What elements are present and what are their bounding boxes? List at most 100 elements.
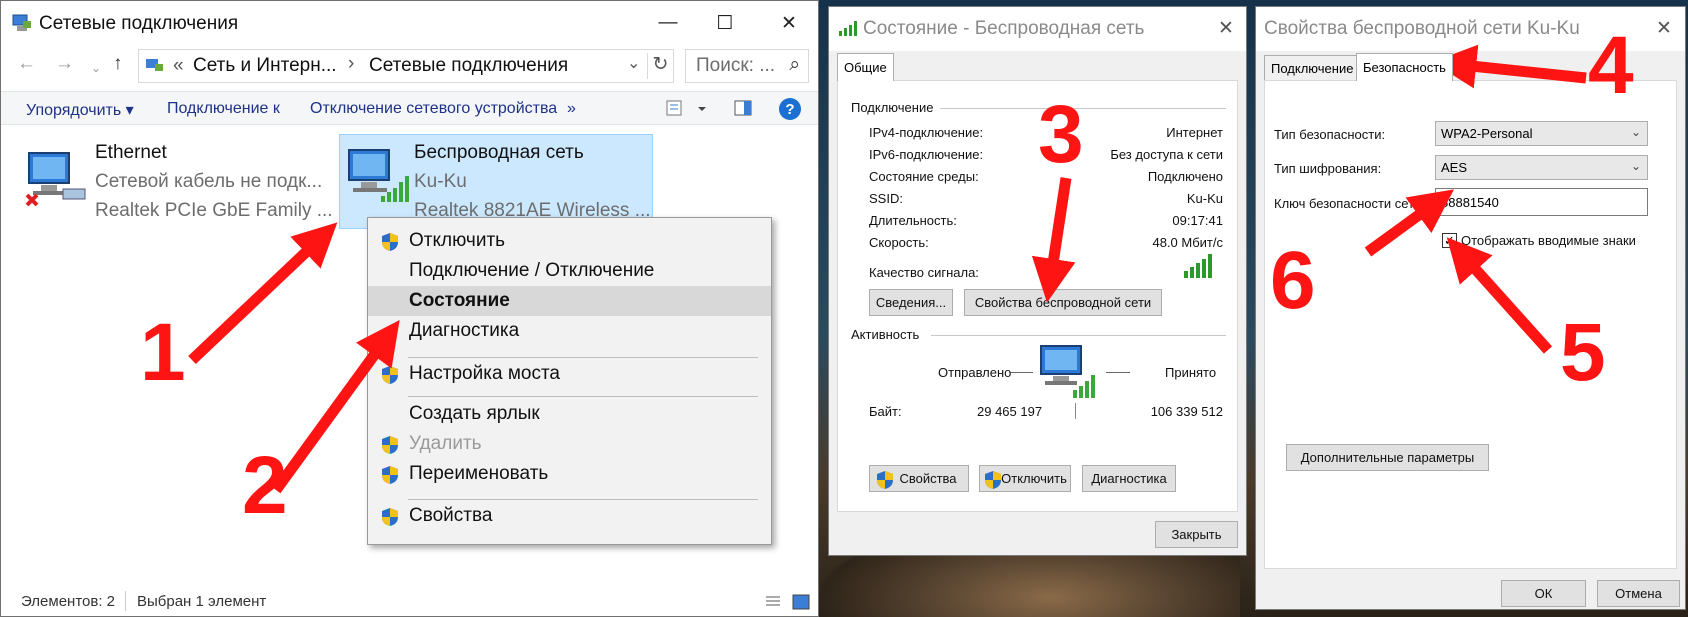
security-key-field[interactable]: 88881540: [1435, 188, 1648, 216]
status-dialog-close-icon[interactable]: ✕: [1218, 17, 1234, 40]
chevron-down-icon: ⌄: [1630, 125, 1641, 139]
menu-label: Подключение / Отключение: [409, 260, 655, 281]
preview-pane-icon[interactable]: [734, 100, 752, 116]
annotation-number-3: 3: [1038, 89, 1084, 180]
security-type-label: Тип безопасности:: [1274, 127, 1386, 142]
annotation-number-6: 6: [1270, 235, 1316, 326]
button-label: Свойства: [899, 471, 957, 486]
breadcrumb-separator: ›: [348, 53, 355, 74]
menu-item-disable[interactable]: Отключить: [368, 226, 771, 256]
status-close-button[interactable]: Закрыть: [1155, 521, 1238, 548]
address-network-icon: [146, 59, 163, 71]
up-arrow-icon[interactable]: ↑: [113, 53, 123, 75]
menu-separator: [408, 499, 758, 500]
chevron-down-icon: ⌄: [1630, 159, 1641, 173]
ethernet-device: Realtek PCIe GbE Family ...: [95, 200, 333, 221]
uac-shield-icon: [382, 366, 398, 384]
signal-quality-bars-icon: [1184, 254, 1212, 278]
menu-item-rename[interactable]: Переименовать: [368, 459, 771, 489]
menu-item-properties[interactable]: Свойства: [368, 501, 771, 531]
menu-item-connect-disconnect[interactable]: Подключение / Отключение: [368, 256, 771, 286]
button-label: Отключить: [1001, 471, 1067, 486]
menu-separator: [408, 357, 758, 358]
back-arrow-icon[interactable]: ←: [17, 53, 36, 75]
change-view-icon[interactable]: [666, 99, 706, 119]
annotation-number-2: 2: [242, 440, 288, 531]
bytes-label: Байт:: [869, 404, 902, 419]
disable-device-button[interactable]: Отключение сетевого устройства: [310, 100, 557, 118]
props-dialog-close-icon[interactable]: ✕: [1656, 17, 1672, 40]
search-input[interactable]: Поиск: ... ⌕: [685, 49, 809, 83]
tab-general[interactable]: Общие: [837, 53, 894, 81]
address-bar[interactable]: « Сеть и Интерн... › Сетевые подключения…: [138, 49, 674, 83]
network-activity-icon: [1040, 345, 1095, 398]
large-icons-view-icon[interactable]: [792, 594, 810, 610]
refresh-icon[interactable]: ↻: [647, 53, 673, 79]
security-type-select[interactable]: WPA2-Personal ⌄: [1435, 121, 1648, 146]
speed-label: Скорость:: [869, 235, 929, 250]
security-key-value: 88881540: [1441, 194, 1499, 210]
bytes-sent-value: 29 465 197: [977, 404, 1043, 419]
signal-bars-icon: [839, 21, 857, 36]
minimize-button[interactable]: —: [643, 1, 693, 45]
menu-label: Свойства: [409, 505, 493, 526]
encryption-type-label: Тип шифрования:: [1274, 161, 1382, 176]
menu-label: Состояние: [409, 290, 510, 311]
ethernet-adapter-icon: [25, 152, 86, 207]
tab-connection[interactable]: Подключение: [1264, 55, 1361, 81]
menu-item-delete[interactable]: Удалить: [368, 429, 771, 459]
advanced-settings-button[interactable]: Дополнительные параметры: [1286, 444, 1489, 471]
media-state-value: Подключено: [1147, 169, 1223, 184]
ethernet-status: Сетевой кабель не подк...: [95, 171, 323, 192]
details-view-icon[interactable]: [764, 594, 782, 610]
breadcrumb-network[interactable]: Сеть и Интерн...: [193, 55, 337, 77]
uac-shield-icon: [382, 233, 398, 251]
help-icon[interactable]: ?: [778, 97, 802, 121]
forward-arrow-icon[interactable]: →: [55, 53, 74, 75]
activity-line: [1106, 372, 1130, 373]
ethernet-name: Ethernet: [95, 142, 167, 163]
connect-to-button[interactable]: Подключение к: [167, 100, 280, 118]
status-bar: Элементов: 2 Выбран 1 элемент: [1, 588, 818, 616]
uac-shield-icon: [382, 436, 398, 454]
address-dropdown-icon[interactable]: ⌄: [627, 53, 640, 73]
more-commands-button[interactable]: »: [567, 100, 576, 118]
status-properties-button[interactable]: Свойства: [869, 465, 969, 492]
status-divider: [125, 591, 126, 611]
tab-security[interactable]: Безопасность: [1356, 53, 1453, 81]
menu-item-bridge[interactable]: Настройка моста: [368, 359, 771, 389]
organize-menu[interactable]: Упорядочить ▾: [26, 100, 134, 120]
address-overflow-chevron[interactable]: «: [173, 55, 184, 77]
activity-line: [1009, 372, 1033, 373]
activity-divider: [1075, 403, 1076, 419]
media-state-label: Состояние среды:: [869, 169, 979, 184]
ipv6-value: Без доступа к сети: [1110, 147, 1223, 162]
menu-item-status[interactable]: Состояние: [368, 286, 771, 316]
menu-item-shortcut[interactable]: Создать ярлык: [368, 399, 771, 429]
maximize-button[interactable]: ☐: [700, 1, 750, 45]
svg-text:?: ?: [785, 101, 794, 118]
cancel-button[interactable]: Отмена: [1597, 580, 1680, 607]
menu-item-diagnose[interactable]: Диагностика: [368, 316, 771, 346]
activity-header: Активность: [851, 327, 920, 342]
search-icon: ⌕: [789, 54, 800, 75]
details-button[interactable]: Сведения...: [869, 289, 953, 316]
explorer-titlebar: Сетевые подключения — ☐ ✕: [1, 1, 818, 45]
status-dialog-title: Состояние - Беспроводная сеть: [863, 18, 1145, 39]
recent-chevron-icon[interactable]: ⌄: [91, 61, 101, 75]
wireless-ssid: Ku-Ku: [414, 171, 467, 192]
menu-label: Настройка моста: [409, 363, 560, 384]
menu-label: Диагностика: [409, 320, 520, 341]
breadcrumb-connections[interactable]: Сетевые подключения: [369, 55, 568, 77]
uac-shield-icon: [382, 508, 398, 526]
encryption-type-select[interactable]: AES ⌄: [1435, 155, 1648, 180]
show-characters-checkbox[interactable]: ✓: [1442, 233, 1457, 248]
ok-button[interactable]: ОК: [1501, 580, 1586, 607]
encryption-type-value: AES: [1441, 160, 1468, 175]
annotation-number-5: 5: [1560, 307, 1606, 398]
wireless-properties-button[interactable]: Свойства беспроводной сети: [964, 289, 1162, 316]
status-diagnose-button[interactable]: Диагностика: [1082, 465, 1176, 492]
status-disable-button[interactable]: Отключить: [979, 465, 1071, 492]
close-button[interactable]: ✕: [764, 1, 814, 45]
network-folder-icon: [12, 14, 31, 31]
